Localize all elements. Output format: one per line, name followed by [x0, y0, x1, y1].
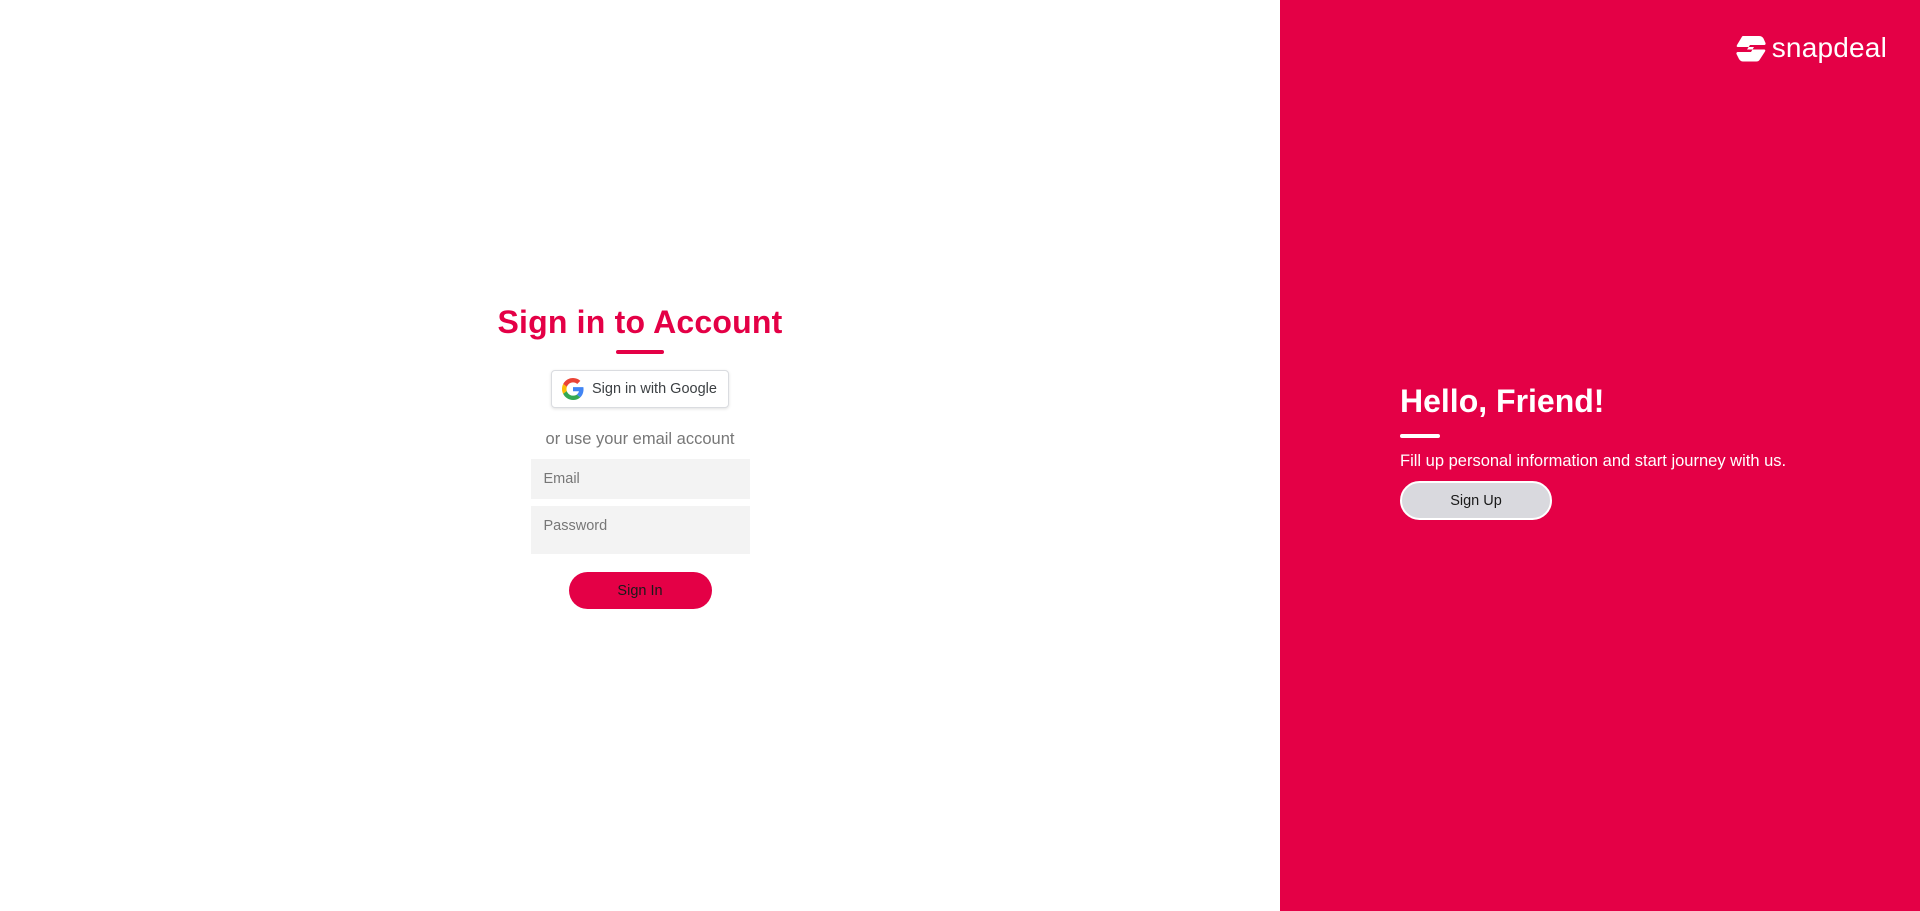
- password-input[interactable]: [530, 506, 750, 554]
- signin-panel: Sign in to Account Sign in with Google o…: [0, 0, 1280, 911]
- signin-title: Sign in to Account: [497, 304, 783, 340]
- title-underline: [616, 350, 664, 354]
- signin-form: Sign in to Account Sign in with Google o…: [0, 300, 1280, 609]
- signup-promo: Hello, Friend! Fill up personal informat…: [1400, 380, 1786, 520]
- promo-panel: snapdeal Hello, Friend! Fill up personal…: [1280, 0, 1920, 911]
- page: Sign in to Account Sign in with Google o…: [0, 0, 1920, 911]
- signin-button[interactable]: Sign In: [568, 572, 712, 609]
- snapdeal-logo-icon: [1736, 34, 1766, 62]
- promo-title: Hello, Friend!: [1400, 383, 1605, 419]
- snapdeal-logo[interactable]: snapdeal: [1736, 32, 1887, 64]
- email-input[interactable]: [530, 459, 750, 499]
- signup-button[interactable]: Sign Up: [1400, 481, 1552, 520]
- alt-signin-text: or use your email account: [545, 430, 735, 448]
- promo-underline: [1400, 434, 1440, 438]
- google-signin-label: Sign in with Google: [592, 381, 717, 397]
- promo-text: Fill up personal information and start j…: [1400, 452, 1787, 470]
- google-signin-button[interactable]: Sign in with Google: [551, 370, 729, 408]
- snapdeal-logo-text: snapdeal: [1771, 32, 1887, 63]
- google-g-logo-icon: [562, 378, 584, 400]
